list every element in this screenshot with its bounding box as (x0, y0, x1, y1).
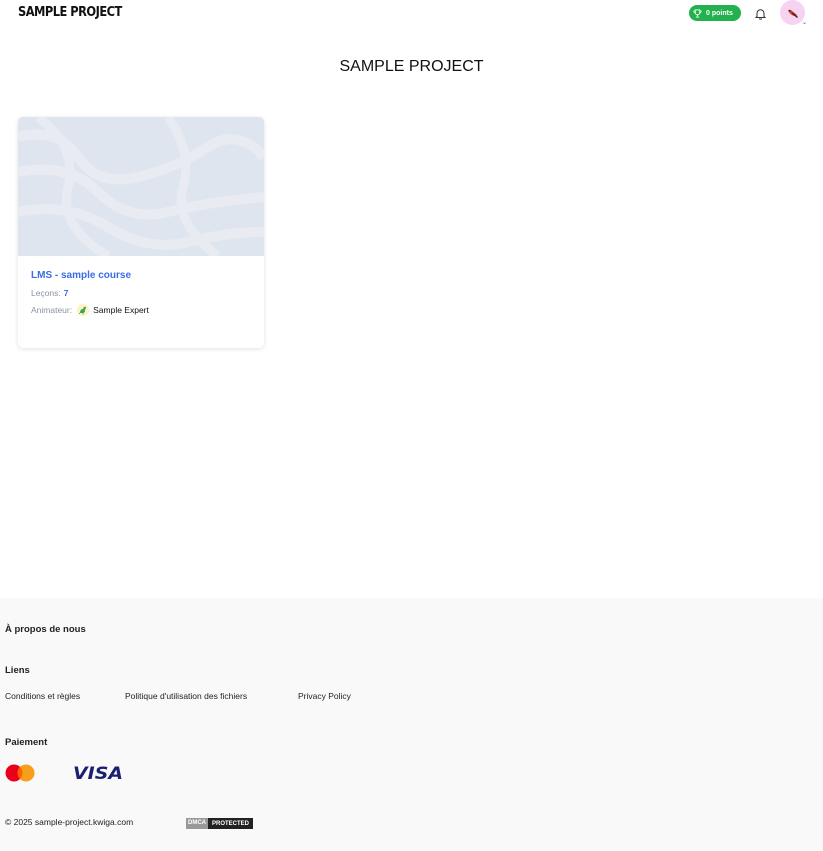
site-footer: À propos de nous Liens Conditions et règ… (0, 598, 823, 851)
links-heading: Liens (5, 665, 30, 676)
lessons-count: 7 (63, 288, 69, 298)
payment-heading: Paiement (5, 737, 48, 748)
chevron-down-icon: ⌄ (801, 20, 807, 26)
points-label: 0 points (706, 9, 733, 17)
lessons-row: Leçons: 7 (31, 287, 254, 299)
mastercard-icon (5, 764, 35, 782)
about-link[interactable]: À propos de nous (5, 624, 86, 635)
course-cover-image (18, 117, 264, 256)
file-usage-policy-link[interactable]: Politique d'utilisation des fichiers (125, 691, 247, 701)
privacy-policy-link[interactable]: Privacy Policy (298, 691, 351, 701)
dmca-label: DMCA (186, 818, 208, 829)
host-label: Animateur: (31, 305, 73, 315)
copyright-text: © 2025 sample-project.kwiga.com (5, 817, 134, 827)
lessons-label: Leçons: (31, 288, 61, 298)
brand-name[interactable]: SAMPLE PROJECT (18, 5, 122, 20)
terms-link[interactable]: Conditions et règles (5, 691, 80, 701)
dmca-badge[interactable]: DMCA PROTECTED (186, 818, 254, 829)
page-title: SAMPLE PROJECT (339, 58, 484, 75)
trophy-icon (693, 8, 702, 18)
course-card-body: LMS - sample course Leçons: 7 Animateur:… (31, 270, 254, 321)
course-title[interactable]: LMS - sample course (31, 270, 254, 281)
notifications-button[interactable] (750, 4, 770, 24)
dmca-protected-label: PROTECTED (208, 818, 254, 829)
visa-icon: VISA (73, 764, 123, 782)
dinosaur-avatar-icon (77, 304, 90, 316)
host-row: Animateur: Sample Expert (31, 304, 254, 316)
user-menu[interactable]: ⌄ (780, 0, 807, 26)
svg-text:VISA: VISA (73, 764, 123, 782)
bell-icon (754, 9, 766, 20)
top-header: SAMPLE PROJECT 0 points ⌄ (0, 0, 823, 28)
bird-avatar-icon (787, 9, 798, 18)
host-name: Sample Expert (93, 305, 149, 315)
points-badge[interactable]: 0 points (689, 5, 741, 21)
course-card[interactable]: LMS - sample course Leçons: 7 Animateur:… (18, 117, 264, 348)
